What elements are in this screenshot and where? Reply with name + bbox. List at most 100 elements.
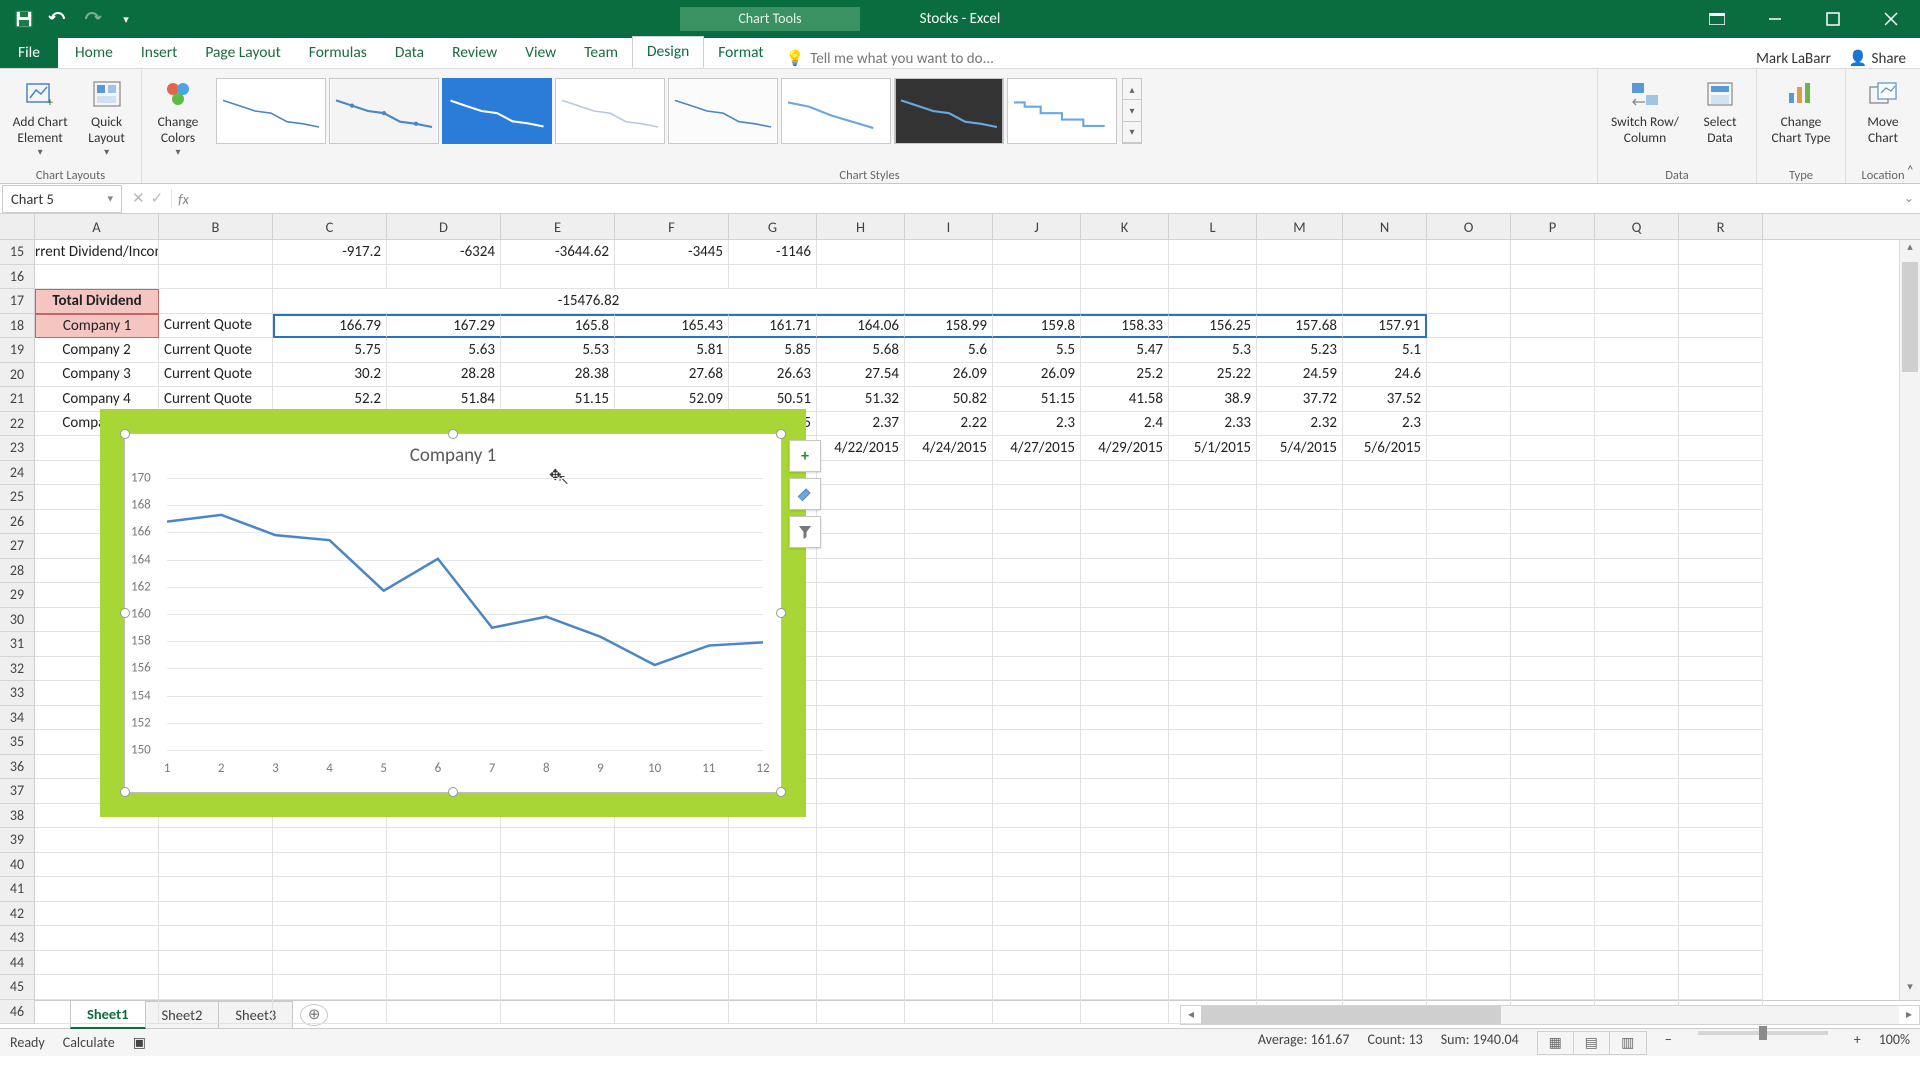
quick-layout-button[interactable]: Quick Layout ▾ xyxy=(78,74,135,166)
cell-G39[interactable] xyxy=(729,828,817,853)
cell-P17[interactable] xyxy=(1511,289,1595,314)
cell-M23[interactable]: 5/4/2015 xyxy=(1257,436,1343,461)
cell-K18[interactable]: 158.33 xyxy=(1081,314,1169,339)
cell-H34[interactable] xyxy=(817,706,905,731)
cell-D21[interactable]: 51.84 xyxy=(387,387,501,412)
cell-M19[interactable]: 5.23 xyxy=(1257,338,1343,363)
cell-Q36[interactable] xyxy=(1595,755,1679,780)
cell-N20[interactable]: 24.6 xyxy=(1343,363,1427,388)
cell-L33[interactable] xyxy=(1169,681,1257,706)
cell-J24[interactable] xyxy=(993,461,1081,486)
row-header-20[interactable]: 20 xyxy=(0,363,35,388)
chart-style-6[interactable] xyxy=(781,78,891,144)
cell-R39[interactable] xyxy=(1679,828,1763,853)
cell-M17[interactable] xyxy=(1257,289,1343,314)
cell-J17[interactable] xyxy=(993,289,1081,314)
cell-J16[interactable] xyxy=(993,265,1081,290)
cell-F21[interactable]: 52.09 xyxy=(615,387,729,412)
cell-L35[interactable] xyxy=(1169,730,1257,755)
cell-C19[interactable]: 5.75 xyxy=(273,338,387,363)
cell-L40[interactable] xyxy=(1169,853,1257,878)
cell-F20[interactable]: 27.68 xyxy=(615,363,729,388)
cell-A42[interactable] xyxy=(35,902,159,927)
cell-K25[interactable] xyxy=(1081,485,1169,510)
cell-L32[interactable] xyxy=(1169,657,1257,682)
cell-A16[interactable] xyxy=(35,265,159,290)
cell-G20[interactable]: 26.63 xyxy=(729,363,817,388)
cell-L27[interactable] xyxy=(1169,534,1257,559)
cell-O41[interactable] xyxy=(1427,877,1511,902)
page-layout-view-icon[interactable]: ▤ xyxy=(1574,1032,1610,1054)
column-header-R[interactable]: R xyxy=(1679,214,1763,239)
cell-K35[interactable] xyxy=(1081,730,1169,755)
cell-H22[interactable]: 2.37 xyxy=(817,412,905,437)
cell-O33[interactable] xyxy=(1427,681,1511,706)
cell-G43[interactable] xyxy=(729,926,817,951)
cell-J28[interactable] xyxy=(993,559,1081,584)
chart-series-line[interactable] xyxy=(167,478,763,750)
cell-O42[interactable] xyxy=(1427,902,1511,927)
cell-M21[interactable]: 37.72 xyxy=(1257,387,1343,412)
cell-G19[interactable]: 5.85 xyxy=(729,338,817,363)
cell-F16[interactable] xyxy=(615,265,729,290)
cell-J21[interactable]: 51.15 xyxy=(993,387,1081,412)
cell-J44[interactable] xyxy=(993,951,1081,976)
cell-H33[interactable] xyxy=(817,681,905,706)
tab-formulas[interactable]: Formulas xyxy=(295,38,381,68)
chart-area[interactable]: Company 1 ✥↖ 150152154156158160162164166… xyxy=(124,433,782,793)
cell-J36[interactable] xyxy=(993,755,1081,780)
column-header-H[interactable]: H xyxy=(817,214,905,239)
cell-O29[interactable] xyxy=(1427,583,1511,608)
cell-I46[interactable] xyxy=(905,1000,993,1025)
cell-Q28[interactable] xyxy=(1595,559,1679,584)
cell-P32[interactable] xyxy=(1511,657,1595,682)
row-header-27[interactable]: 27 xyxy=(0,534,35,559)
cell-D42[interactable] xyxy=(387,902,501,927)
cell-F15[interactable]: -3445 xyxy=(615,240,729,265)
chart-style-8[interactable] xyxy=(1007,78,1117,144)
cell-L45[interactable] xyxy=(1169,975,1257,1000)
cell-L26[interactable] xyxy=(1169,510,1257,535)
cell-Q34[interactable] xyxy=(1595,706,1679,731)
cell-P33[interactable] xyxy=(1511,681,1595,706)
cell-Q31[interactable] xyxy=(1595,632,1679,657)
cell-E21[interactable]: 51.15 xyxy=(501,387,615,412)
cell-R22[interactable] xyxy=(1679,412,1763,437)
cell-P39[interactable] xyxy=(1511,828,1595,853)
cell-I40[interactable] xyxy=(905,853,993,878)
cell-I18[interactable]: 158.99 xyxy=(905,314,993,339)
cell-J25[interactable] xyxy=(993,485,1081,510)
cell-L19[interactable]: 5.3 xyxy=(1169,338,1257,363)
cell-I20[interactable]: 26.09 xyxy=(905,363,993,388)
cell-D19[interactable]: 5.63 xyxy=(387,338,501,363)
cell-R28[interactable] xyxy=(1679,559,1763,584)
cell-B41[interactable] xyxy=(159,877,273,902)
cell-Q25[interactable] xyxy=(1595,485,1679,510)
cell-C17[interactable]: -15476.82 xyxy=(273,289,905,314)
cell-J35[interactable] xyxy=(993,730,1081,755)
cell-P18[interactable] xyxy=(1511,314,1595,339)
cell-O36[interactable] xyxy=(1427,755,1511,780)
cell-K37[interactable] xyxy=(1081,779,1169,804)
cell-Q44[interactable] xyxy=(1595,951,1679,976)
cell-Q43[interactable] xyxy=(1595,926,1679,951)
cell-J23[interactable]: 4/27/2015 xyxy=(993,436,1081,461)
chart-styles-scroll[interactable]: ▴▾▾ xyxy=(1122,78,1142,144)
cell-H29[interactable] xyxy=(817,583,905,608)
column-header-Q[interactable]: Q xyxy=(1595,214,1679,239)
row-header-26[interactable]: 26 xyxy=(0,510,35,535)
cell-G40[interactable] xyxy=(729,853,817,878)
cell-F46[interactable] xyxy=(615,1000,729,1025)
cell-Q22[interactable] xyxy=(1595,412,1679,437)
cell-O34[interactable] xyxy=(1427,706,1511,731)
cell-P24[interactable] xyxy=(1511,461,1595,486)
cell-Q45[interactable] xyxy=(1595,975,1679,1000)
cell-O35[interactable] xyxy=(1427,730,1511,755)
cell-G45[interactable] xyxy=(729,975,817,1000)
cell-A40[interactable] xyxy=(35,853,159,878)
cell-I27[interactable] xyxy=(905,534,993,559)
cell-Q18[interactable] xyxy=(1595,314,1679,339)
cell-J32[interactable] xyxy=(993,657,1081,682)
cell-I26[interactable] xyxy=(905,510,993,535)
cell-H19[interactable]: 5.68 xyxy=(817,338,905,363)
